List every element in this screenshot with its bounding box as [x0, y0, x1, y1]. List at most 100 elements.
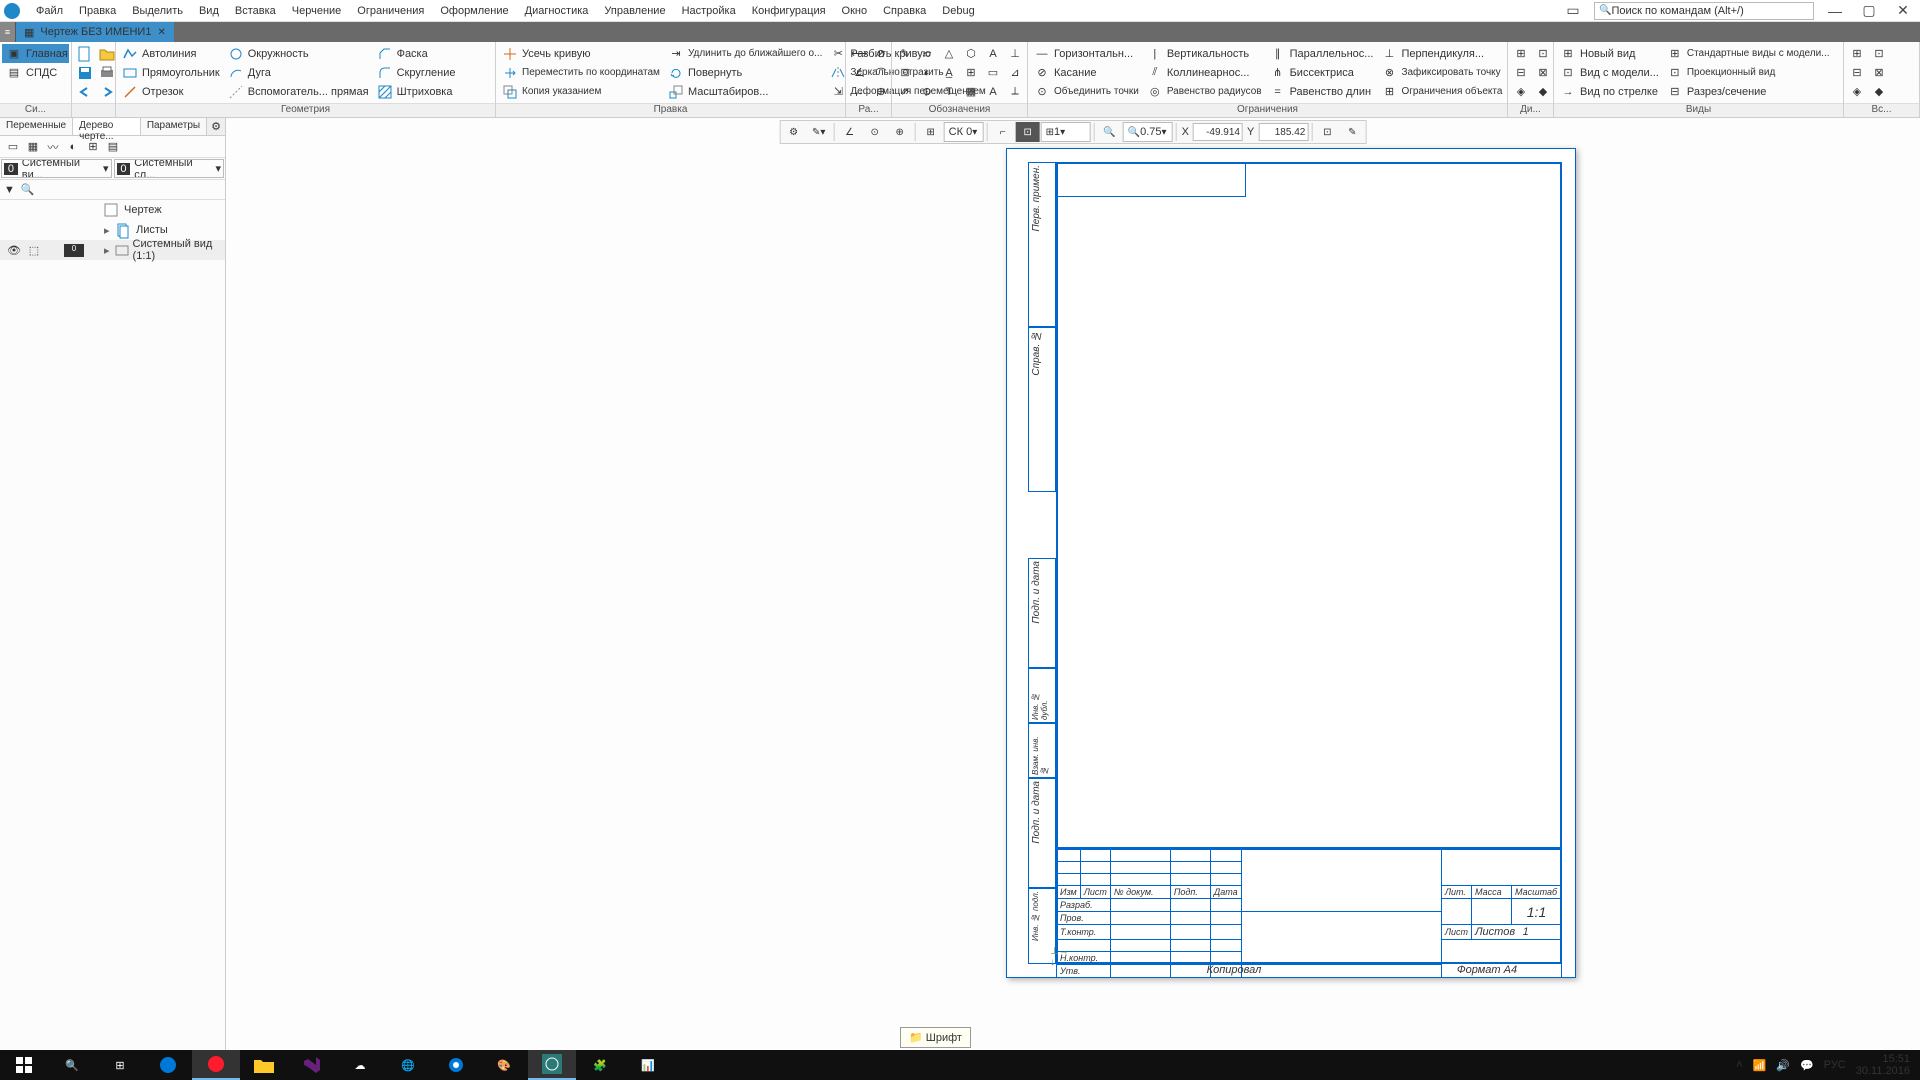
open-doc-button[interactable] [96, 44, 118, 63]
filter-icon[interactable]: ▼ [4, 184, 15, 196]
ann4[interactable]: ⬡ [960, 44, 982, 63]
menu-diagnostics[interactable]: Диагностика [517, 2, 597, 20]
ann11[interactable]: ▭ [982, 63, 1004, 82]
app6-icon[interactable]: 🌐 [384, 1050, 432, 1080]
menu-debug[interactable]: Debug [934, 2, 982, 20]
obj-constraints-button[interactable]: ⊞Ограничения объекта [1377, 82, 1506, 101]
new-doc-button[interactable] [74, 44, 96, 63]
ct-pencil[interactable]: ✎▾ [807, 122, 831, 142]
save-button[interactable] [74, 63, 96, 82]
ann2[interactable]: ▱ [916, 44, 938, 63]
hatch-button[interactable]: Штриховка [373, 82, 460, 101]
minimize-button[interactable]: — [1822, 2, 1848, 20]
chamfer-button[interactable]: Фаска [373, 44, 460, 63]
ptool6[interactable]: ▤ [104, 138, 122, 156]
ann8[interactable]: ◐ [916, 63, 938, 82]
ct-zoom[interactable]: 🔍 [1098, 122, 1122, 142]
ann7[interactable]: ⊡ [894, 63, 916, 82]
bisector-button[interactable]: ⋔Биссектриса [1266, 63, 1378, 82]
y-coord-input[interactable] [1258, 123, 1308, 141]
new-view-button[interactable]: ⊞Новый вид [1556, 44, 1663, 63]
tray-clock[interactable]: 15:5130.11.2016 [1856, 1053, 1910, 1077]
extend-button[interactable]: ⇥Удлинить до ближайшего о... [664, 44, 826, 63]
ins6[interactable]: ◆ [1868, 82, 1890, 101]
arc-button[interactable]: Дуга [224, 63, 373, 82]
panel-settings-icon[interactable]: ⚙ [207, 118, 225, 135]
paint-icon[interactable]: 🎨 [480, 1050, 528, 1080]
tab-spds[interactable]: ▤СПДС [2, 63, 69, 82]
app9-icon[interactable]: 🧩 [576, 1050, 624, 1080]
arrow-view-button[interactable]: →Вид по стрелке [1556, 82, 1663, 101]
tray-network-icon[interactable]: 📶 [1753, 1059, 1767, 1072]
ct-snap2[interactable]: ⊙ [863, 122, 887, 142]
perpendicular-button[interactable]: ⊥Перпендикуля... [1377, 44, 1506, 63]
line-button[interactable]: Отрезок [118, 82, 224, 101]
ct-cs-dropdown[interactable]: СК 0 ▾ [944, 122, 984, 142]
redo-button[interactable] [96, 82, 118, 101]
menu-settings[interactable]: Настройка [674, 2, 744, 20]
print-button[interactable] [96, 63, 118, 82]
ptool3[interactable]: 〰 [44, 138, 62, 156]
ann12[interactable]: ⊿ [1004, 63, 1026, 82]
view-dropdown[interactable]: 0Системный ви...▾ [1, 159, 112, 178]
ct-settings[interactable]: ⚙ [782, 122, 806, 142]
horiz-button[interactable]: —Горизонтальн... [1030, 44, 1143, 63]
diag2[interactable]: ⊡ [1532, 44, 1554, 63]
menu-view[interactable]: Вид [191, 2, 227, 20]
fillet-button[interactable]: Скругление [373, 63, 460, 82]
eq-radius-button[interactable]: ◎Равенство радиусов [1143, 82, 1266, 101]
tab-main[interactable]: ▣Главная [2, 44, 69, 63]
ins3[interactable]: ⊟ [1846, 63, 1868, 82]
section-button[interactable]: ⊟Разрез/сечение [1663, 82, 1834, 101]
collinear-button[interactable]: ⫽Коллинеарнос... [1143, 63, 1266, 82]
ann14[interactable]: ⊙ [916, 82, 938, 101]
dim5-button[interactable]: ↔ [848, 82, 870, 101]
ann5[interactable]: A [982, 44, 1004, 63]
maximize-button[interactable]: ▢ [1856, 2, 1882, 20]
tree-sysview[interactable]: 👁⬚0 ▸ Системный вид (1:1) [0, 240, 225, 260]
settings-icon[interactable] [432, 1050, 480, 1080]
x-coord-input[interactable] [1193, 123, 1243, 141]
ptool4[interactable]: ◐ [64, 138, 82, 156]
ct-snap-toggle[interactable]: ⊡ [1016, 122, 1040, 142]
dim1-button[interactable]: ⟷ [848, 44, 870, 63]
diag5[interactable]: ◈ [1510, 82, 1532, 101]
eq-length-button[interactable]: =Равенство длин [1266, 82, 1378, 101]
diag1[interactable]: ⊞ [1510, 44, 1532, 63]
scale-button[interactable]: Масштабиров... [664, 82, 826, 101]
fix-point-button[interactable]: ⊗Зафиксировать точку [1377, 63, 1506, 82]
tray-lang[interactable]: РУС [1824, 1059, 1846, 1071]
ct-extra1[interactable]: ⊡ [1315, 122, 1339, 142]
menu-drawing[interactable]: Черчение [284, 2, 350, 20]
merge-points-button[interactable]: ⊙Объединить точки [1030, 82, 1143, 101]
panel-tab-tree[interactable]: Дерево черте... [73, 118, 141, 135]
tangent-button[interactable]: ⊘Касание [1030, 63, 1143, 82]
ct-zoom-dropdown[interactable]: 🔍 0.75 ▾ [1123, 122, 1173, 142]
tab-menu-button[interactable]: ≡ [0, 22, 16, 42]
menu-constraints[interactable]: Ограничения [349, 2, 432, 20]
menu-edit[interactable]: Правка [71, 2, 124, 20]
ins1[interactable]: ⊞ [1846, 44, 1868, 63]
menu-select[interactable]: Выделить [124, 2, 191, 20]
move-by-coords-button[interactable]: Переместить по координатам [498, 63, 664, 82]
diag6[interactable]: ◆ [1532, 82, 1554, 101]
tree-root[interactable]: Чертеж [0, 200, 225, 220]
tray-chevron-icon[interactable]: ˄ [1736, 1059, 1742, 1071]
app5-icon[interactable]: ☁ [336, 1050, 384, 1080]
ins2[interactable]: ⊡ [1868, 44, 1890, 63]
ins4[interactable]: ⊠ [1868, 63, 1890, 82]
ann16[interactable]: ▦ [960, 82, 982, 101]
circle-button[interactable]: Окружность [224, 44, 373, 63]
lock-icon[interactable]: ⬚ [24, 244, 44, 257]
ann18[interactable]: ⟂ [1004, 82, 1026, 101]
document-tab[interactable]: ▦ Чертеж БЕЗ ИМЕНИ1 ✕ [16, 22, 174, 42]
dim4-button[interactable]: ⌒ [870, 63, 892, 82]
dim3-button[interactable]: ∠ [848, 63, 870, 82]
ct-extra2[interactable]: ✎ [1340, 122, 1364, 142]
model-view-button[interactable]: ⊡Вид с модели... [1556, 63, 1663, 82]
dim2-button[interactable]: ⊘ [870, 44, 892, 63]
tray-volume-icon[interactable]: 🔊 [1776, 1059, 1790, 1072]
tray-notifications-icon[interactable]: 💬 [1800, 1059, 1814, 1072]
panel-tab-variables[interactable]: Переменные [0, 118, 73, 135]
menu-manage[interactable]: Управление [596, 2, 673, 20]
